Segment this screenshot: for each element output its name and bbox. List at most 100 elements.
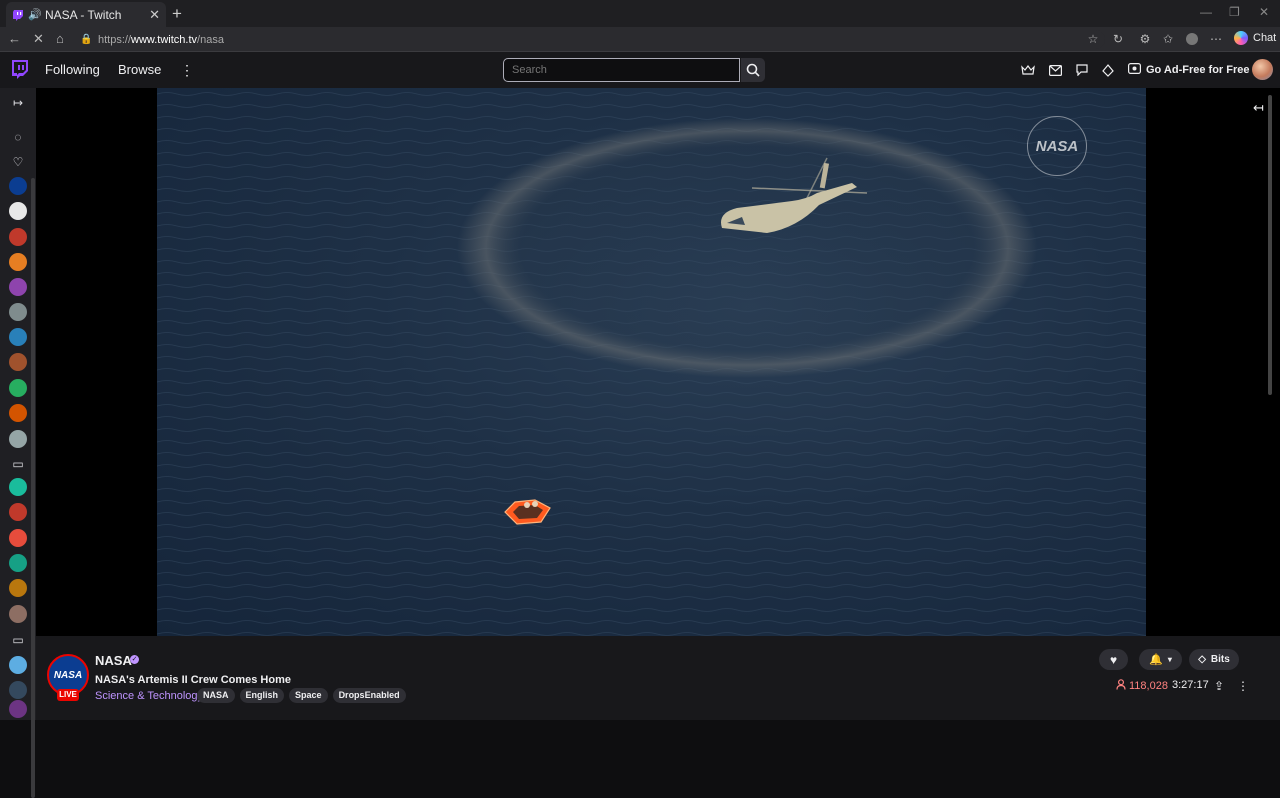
tag[interactable]: NASA — [197, 688, 235, 703]
chat-label: Chat — [1253, 32, 1277, 44]
copilot-chat-button[interactable]: Chat — [1234, 31, 1276, 45]
followed-channel-avatar[interactable] — [9, 328, 27, 346]
speaker-icon[interactable]: 🔊 — [28, 8, 42, 21]
following-link[interactable]: Following — [45, 62, 100, 77]
search-icon — [746, 63, 760, 77]
followed-channel-avatar[interactable] — [9, 554, 27, 572]
stream-video-frame — [157, 88, 1146, 636]
browser-tab-bar: 🔊 NASA - Twitch ✕ + — ❐ ✕ — [0, 0, 1280, 27]
followed-channel-avatar[interactable] — [9, 228, 27, 246]
extensions-icon[interactable]: ⚙ — [1139, 33, 1151, 45]
rotor-wash-spray — [457, 118, 1037, 378]
lock-icon: 🔒 — [80, 34, 93, 45]
more-icon[interactable]: ⋯ — [1210, 33, 1222, 45]
chevron-down-icon: ▾ — [1167, 655, 1172, 664]
collapse-chat-icon[interactable]: ↤ — [1253, 100, 1264, 116]
followed-channel-avatar[interactable] — [9, 529, 27, 547]
close-tab-icon[interactable]: ✕ — [149, 7, 160, 23]
share-icon[interactable]: ⇪ — [1214, 679, 1224, 693]
restore-icon[interactable]: ❐ — [1229, 5, 1240, 19]
viewer-count-value: 118,028 — [1129, 680, 1168, 692]
url-path: /nasa — [197, 33, 224, 46]
home-icon[interactable]: ⌂ — [56, 31, 64, 46]
followed-channel-avatar[interactable] — [9, 605, 27, 623]
twitch-top-nav: Following Browse ⋮ Go Ad-Free for Free — [0, 52, 1280, 88]
video-camera-icon[interactable]: ▭ — [11, 633, 25, 647]
followed-channel-avatar[interactable] — [9, 478, 27, 496]
profile-icon[interactable] — [1186, 33, 1198, 45]
notifications-button[interactable]: 🔔 ▾ — [1139, 649, 1182, 670]
user-avatar[interactable] — [1252, 59, 1273, 80]
bell-icon: 🔔 — [1149, 654, 1163, 666]
go-ad-free-button[interactable]: Go Ad-Free for Free — [1128, 61, 1250, 79]
refresh-icon[interactable]: ↻ — [1112, 33, 1124, 45]
inbox-icon[interactable] — [1048, 63, 1062, 77]
bits-icon: ◇ — [1198, 654, 1206, 665]
address-bar-row: ← ✕ ⌂ 🔒 https://www.twitch.tv/nasa ☆ ↻ ⚙… — [0, 27, 1280, 52]
tag[interactable]: English — [239, 688, 285, 703]
followed-heart-icon[interactable]: ♡ — [11, 155, 25, 169]
favorites-icon[interactable]: ✩ — [1162, 33, 1174, 45]
favorite-star-icon[interactable]: ☆ — [1087, 33, 1099, 45]
followed-channel-avatar[interactable] — [9, 430, 27, 448]
followed-channel-avatar[interactable] — [9, 700, 27, 718]
close-window-icon[interactable]: ✕ — [1259, 5, 1269, 19]
back-icon[interactable]: ← — [8, 31, 21, 46]
followed-channel-avatar[interactable] — [9, 503, 27, 521]
more-options-icon[interactable]: ⋮ — [1237, 679, 1249, 693]
copilot-icon — [1234, 31, 1248, 45]
followed-channel-avatar[interactable] — [9, 681, 27, 699]
recommended-icon[interactable]: ◌ — [11, 130, 25, 144]
whispers-icon[interactable] — [1075, 63, 1089, 77]
tab-title: NASA - Twitch — [45, 7, 122, 22]
ad-free-icon — [1128, 63, 1142, 77]
followed-channel-avatar[interactable] — [9, 278, 27, 296]
bits-button[interactable]: ◇ Bits — [1189, 649, 1239, 670]
viewer-person-icon — [1116, 679, 1126, 693]
url-host: www.twitch.tv — [131, 33, 198, 46]
followed-channel-avatar[interactable] — [9, 303, 27, 321]
followed-channels-sidebar: ↦ ◌ ♡ ▭ ▭ — [0, 88, 36, 798]
video-camera-icon[interactable]: ▭ — [11, 457, 25, 471]
reload-icon[interactable]: ✕ — [33, 31, 44, 47]
followed-channel-avatar[interactable] — [9, 177, 27, 195]
ad-free-label: Go Ad-Free for Free — [1146, 64, 1250, 76]
browser-tab[interactable]: 🔊 NASA - Twitch ✕ — [6, 2, 166, 27]
url-prefix: https:// — [98, 33, 132, 46]
viewer-count: 118,028 — [1116, 679, 1168, 693]
followed-channel-avatar[interactable] — [9, 379, 27, 397]
search-button[interactable] — [741, 58, 765, 82]
stream-title: NASA's Artemis II Crew Comes Home — [95, 674, 291, 686]
page-scrollbar[interactable] — [1268, 95, 1272, 395]
twitch-favicon-icon — [12, 9, 24, 21]
followed-channel-avatar[interactable] — [9, 404, 27, 422]
video-player[interactable]: NASA — [157, 88, 1146, 636]
followed-channel-avatar[interactable] — [9, 353, 27, 371]
heart-icon: ♥ — [1109, 652, 1118, 667]
prime-crown-icon[interactable] — [1021, 63, 1035, 77]
bits-icon[interactable] — [1101, 63, 1115, 77]
url-field[interactable]: 🔒 https://www.twitch.tv/nasa — [80, 30, 1105, 49]
followed-channel-avatar[interactable] — [9, 579, 27, 597]
more-options-icon[interactable]: ⋮ — [180, 62, 194, 79]
channel-name[interactable]: NASA — [95, 653, 132, 668]
twitch-logo-icon[interactable] — [10, 60, 28, 80]
search-input[interactable] — [503, 58, 740, 82]
new-tab-icon[interactable]: + — [172, 4, 182, 24]
expand-sidebar-icon[interactable]: ↦ — [11, 96, 25, 110]
sidebar-scrollbar[interactable] — [31, 178, 35, 798]
tag[interactable]: DropsEnabled — [332, 688, 406, 703]
bits-label: Bits — [1210, 654, 1230, 665]
live-badge: LIVE — [57, 689, 79, 701]
minimize-icon[interactable]: — — [1200, 5, 1212, 19]
category-link[interactable]: Science & Technology — [95, 690, 203, 702]
followed-channel-avatar[interactable] — [9, 656, 27, 674]
tag-list: NASA English Space DropsEnabled — [197, 688, 406, 703]
followed-channel-avatar[interactable] — [9, 253, 27, 271]
stream-uptime: 3:27:17 — [1172, 679, 1209, 691]
verified-badge-icon: ✓ — [130, 655, 139, 664]
followed-channel-avatar[interactable] — [9, 202, 27, 220]
browse-link[interactable]: Browse — [118, 62, 161, 77]
follow-button[interactable]: ♥ — [1099, 649, 1128, 670]
tag[interactable]: Space — [289, 688, 328, 703]
